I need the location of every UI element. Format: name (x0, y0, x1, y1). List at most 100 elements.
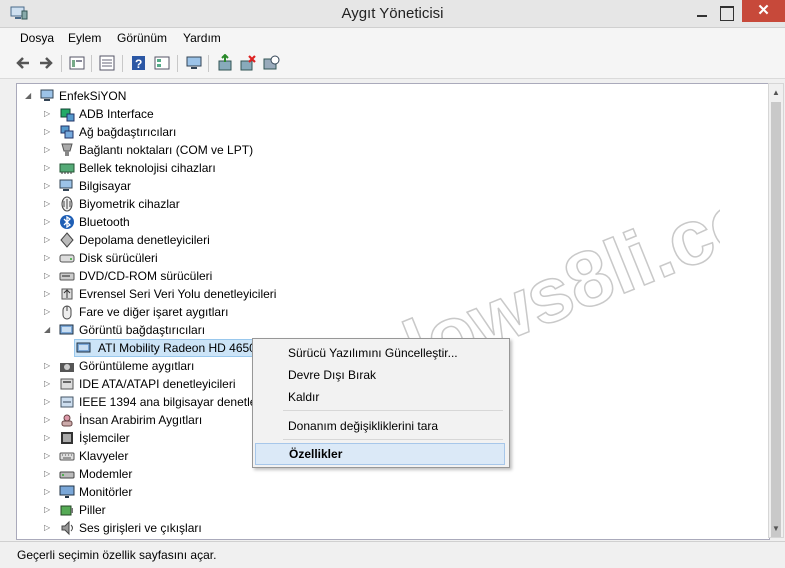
expand-arrow-icon[interactable]: ▷ (44, 468, 54, 480)
tree-category[interactable]: ▷ Ağ bağdaştırıcıları (17, 123, 757, 141)
tree-item-label: Piller (79, 503, 106, 517)
minimize-button[interactable] (695, 6, 709, 20)
menu-uninstall[interactable]: Kaldır (255, 386, 505, 408)
expand-arrow-icon[interactable]: ▷ (44, 234, 54, 246)
expand-arrow-icon[interactable]: ▷ (44, 414, 54, 426)
toolbar: ? (0, 49, 785, 79)
menu-bar: Dosya Eylem Görünüm Yardım (0, 28, 785, 49)
tree-item-label: Biyometrik cihazlar (79, 197, 180, 211)
tree-item-label: Modemler (79, 467, 133, 481)
expand-arrow-icon[interactable]: ▷ (44, 432, 54, 444)
expand-arrow-icon[interactable]: ▷ (44, 108, 54, 120)
tree-category[interactable]: ▷ Bluetooth (17, 213, 757, 231)
tree-category[interactable]: ▷ Depolama denetleyicileri (17, 231, 757, 249)
view-icon[interactable] (153, 54, 171, 72)
tree-item-label: Fare ve diğer işaret aygıtları (79, 305, 229, 319)
menu-dosya[interactable]: Dosya (20, 31, 54, 45)
menu-uninstall-label: Kaldır (288, 390, 320, 404)
tree-category[interactable]: ▷ DVD/CD-ROM sürücüleri (17, 267, 757, 285)
expand-arrow-icon[interactable]: ▷ (44, 396, 54, 408)
menu-separator (283, 410, 503, 411)
tree-category[interactable]: ▷ Bilgisayar (17, 177, 757, 195)
tree-category[interactable]: ◢ Görüntü bağdaştırıcıları (17, 321, 757, 339)
expand-arrow-icon[interactable]: ▷ (44, 288, 54, 300)
tree-item-label: İnsan Arabirim Aygıtları (79, 413, 203, 427)
expand-arrow-icon[interactable]: ▷ (44, 216, 54, 228)
port-icon (61, 143, 73, 156)
bluetooth-icon (60, 215, 74, 229)
tree-category[interactable]: ▷ Bellek teknolojisi cihazları (17, 159, 757, 177)
back-arrow-icon[interactable] (14, 54, 32, 72)
scan-hardware-icon[interactable] (262, 54, 280, 72)
tree-item-label: IEEE 1394 ana bilgisayar denetleyic (79, 395, 272, 409)
expand-arrow-icon[interactable]: ▷ (44, 162, 54, 174)
update-driver-icon[interactable] (216, 54, 234, 72)
collapse-arrow-icon[interactable]: ◢ (25, 90, 35, 102)
tree-root[interactable]: ◢ EnfekSiYON (17, 87, 757, 105)
expand-arrow-icon[interactable]: ▷ (44, 378, 54, 390)
tree-item-label: Görüntü bağdaştırıcıları (79, 323, 206, 337)
expand-arrow-icon[interactable]: ▷ (44, 198, 54, 210)
tree-category[interactable]: ▷ Monitörler (17, 483, 757, 501)
tree-item-label: ADB Interface (79, 107, 154, 121)
help-icon[interactable]: ? (130, 54, 148, 72)
menu-scan-hardware[interactable]: Donanım değişikliklerini tara (255, 415, 505, 437)
tree-category[interactable]: ▷ Disk sürücüleri (17, 249, 757, 267)
menu-eylem[interactable]: Eylem (68, 31, 101, 45)
forward-arrow-icon[interactable] (37, 54, 55, 72)
menu-update-driver[interactable]: Sürücü Yazılımını Güncelleştir... (255, 342, 505, 364)
expand-arrow-icon[interactable]: ▷ (44, 144, 54, 156)
audio-icon (61, 520, 73, 536)
tree-category[interactable]: ▷ Piller (17, 501, 757, 519)
scroll-thumb[interactable] (771, 102, 781, 537)
maximize-button[interactable] (720, 6, 734, 21)
tree-category[interactable]: ▷ Fare ve diğer işaret aygıtları (17, 303, 757, 321)
device-tree[interactable]: ◢ EnfekSiYON ▷ ADB Interface ▷ Ağ bağdaştır… (16, 83, 770, 540)
expand-arrow-icon[interactable]: ▷ (44, 126, 54, 138)
tree-item-label: IDE ATA/ATAPI denetleyicileri (79, 377, 236, 391)
battery-icon (60, 505, 73, 516)
menu-properties[interactable]: Özellikler (255, 443, 505, 465)
expand-arrow-icon[interactable]: ▷ (44, 504, 54, 516)
usb-icon (61, 288, 73, 300)
menu-disable[interactable]: Devre Dışı Bırak (255, 364, 505, 386)
tree-category[interactable]: ▷ ADB Interface (17, 105, 757, 123)
tree-category[interactable]: ▷ Ses girişleri ve çıkışları (17, 519, 757, 537)
computer-icon (59, 179, 73, 191)
tree-item-label: Monitörler (79, 485, 133, 499)
tree-item-label: Görüntüleme aygıtları (79, 359, 195, 373)
menu-gorunum[interactable]: Görünüm (117, 31, 167, 45)
expand-arrow-icon[interactable]: ▷ (44, 450, 54, 462)
close-button[interactable]: ✕ (742, 0, 785, 22)
uninstall-icon[interactable] (239, 54, 257, 72)
expand-arrow-icon[interactable]: ▷ (44, 306, 54, 318)
display-adapter-icon (59, 324, 74, 335)
monitor-icon[interactable] (185, 54, 203, 72)
expand-arrow-icon[interactable]: ▷ (44, 486, 54, 498)
display-adapter-icon (76, 342, 91, 353)
monitor-icon (59, 485, 75, 498)
expand-arrow-icon[interactable]: ▷ (44, 270, 54, 282)
scroll-down-icon[interactable]: ▼ (772, 524, 780, 533)
tree-category[interactable]: ▷ Bağlantı noktaları (COM ve LPT) (17, 141, 757, 159)
tree-item-label: Bağlantı noktaları (COM ve LPT) (79, 143, 254, 157)
tree-category[interactable]: ▷ Biyometrik cihazlar (17, 195, 757, 213)
window-title: Aygıt Yöneticisi (341, 5, 444, 22)
tree-item-label: İşlemciler (79, 431, 130, 445)
vertical-scrollbar[interactable]: ▲ ▼ (768, 83, 784, 538)
expand-arrow-icon[interactable]: ▷ (44, 180, 54, 192)
tree-item-label: ATI Mobility Radeon HD 4650 (98, 341, 256, 355)
menu-scan-hardware-label: Donanım değişikliklerini tara (288, 419, 439, 433)
tree-category[interactable]: ▷ Evrensel Seri Veri Yolu denetleyicileri (17, 285, 757, 303)
menu-yardim[interactable]: Yardım (183, 31, 221, 45)
collapse-arrow-icon[interactable]: ◢ (44, 324, 54, 336)
expand-arrow-icon[interactable]: ▷ (44, 522, 54, 534)
svg-text:?: ? (135, 57, 142, 71)
scroll-up-icon[interactable]: ▲ (772, 88, 780, 97)
tree-root-label: EnfekSiYON (59, 89, 127, 103)
computer-icon (40, 89, 54, 101)
expand-arrow-icon[interactable]: ▷ (44, 252, 54, 264)
expand-arrow-icon[interactable]: ▷ (44, 360, 54, 372)
list-view-icon[interactable] (98, 54, 116, 72)
properties-icon[interactable] (68, 54, 86, 72)
